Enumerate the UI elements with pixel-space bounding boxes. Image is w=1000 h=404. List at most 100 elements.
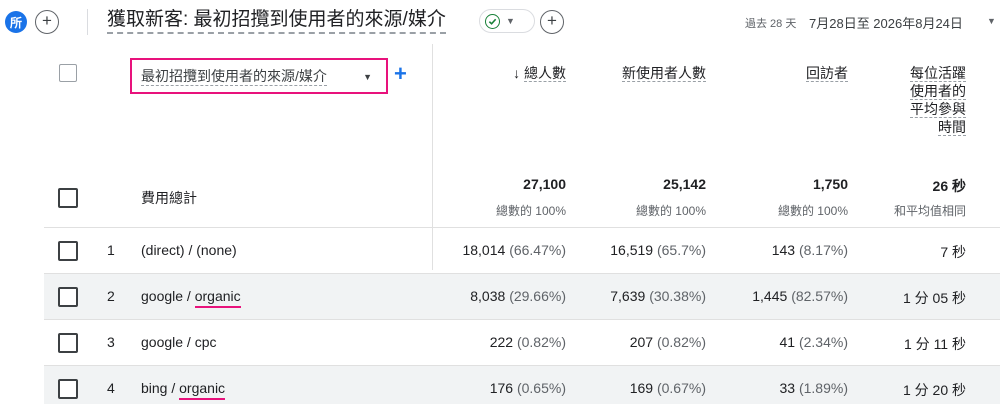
avg-engagement-cell: 1 分 11 秒 bbox=[904, 336, 966, 352]
total-users-cell: 176 (0.65%) bbox=[424, 380, 566, 396]
new-users-pct: (65.7%) bbox=[656, 242, 706, 258]
column-header-returning-users[interactable]: 回訪者 bbox=[764, 64, 848, 82]
date-range-selector[interactable]: 7月28日至 2026年8月24日 bbox=[809, 13, 963, 32]
row-checkbox[interactable] bbox=[58, 287, 78, 307]
new-users-pct: (0.67%) bbox=[656, 380, 706, 396]
plus-icon: + bbox=[42, 11, 52, 30]
new-users-cell: 169 (0.67%) bbox=[564, 380, 706, 396]
total-users-value: 27,100 bbox=[523, 176, 566, 192]
chevron-down-icon: ▼ bbox=[506, 16, 515, 26]
medium-part: organic bbox=[194, 288, 241, 308]
check-circle-icon bbox=[485, 13, 500, 29]
plus-icon: + bbox=[547, 11, 557, 30]
returning-users-value: 41 bbox=[779, 334, 796, 350]
report-header: 所 + 獲取新客: 最初招攬到使用者的來源/媒介 ▼ + 過去 28 天 7月2… bbox=[0, 0, 1000, 44]
table-row[interactable]: 2 google / organic 8,038 (29.66%) 7,639 … bbox=[44, 274, 1000, 320]
row-index: 1 bbox=[107, 242, 115, 258]
all-users-badge[interactable]: 所 bbox=[5, 11, 27, 33]
total-users-cell: 222 (0.82%) bbox=[424, 334, 566, 350]
new-users-value: 7,639 bbox=[610, 288, 646, 304]
returning-users-pct: (2.34%) bbox=[798, 334, 848, 350]
new-users-cell: 207 (0.82%) bbox=[564, 334, 706, 350]
table-header-row: 最初招攬到使用者的來源/媒介 ▼ + ↓ 總人數 新使用者人數 回訪者 每位活躍… bbox=[44, 44, 1000, 164]
row-checkbox[interactable] bbox=[58, 379, 78, 399]
new-users-cell: 7,639 (30.38%) bbox=[564, 288, 706, 304]
avg-engagement-cell: 1 分 05 秒 bbox=[902, 290, 966, 306]
total-users-cell: 18,014 (66.47%) bbox=[424, 242, 566, 258]
total-users-value: 8,038 bbox=[470, 288, 506, 304]
returning-users-pct: (8.17%) bbox=[798, 242, 848, 258]
dimension-label: 最初招攬到使用者的來源/媒介 bbox=[141, 67, 327, 86]
column-label: 總人數 bbox=[524, 65, 566, 82]
column-header-new-users[interactable]: 新使用者人數 bbox=[614, 64, 706, 82]
total-users-share: 總數的 100% bbox=[495, 204, 566, 218]
source-part: google / bbox=[141, 288, 195, 304]
total-engagement-note: 和平均值相同 bbox=[893, 204, 966, 218]
total-new-users-share: 總數的 100% bbox=[635, 204, 706, 218]
chevron-down-icon: ▼ bbox=[363, 72, 372, 82]
total-users-pct: (66.47%) bbox=[509, 242, 566, 258]
total-users-pct: (0.65%) bbox=[516, 380, 566, 396]
page-title: 獲取新客: 最初招攬到使用者的來源/媒介 bbox=[107, 9, 446, 34]
returning-users-cell: 41 (2.34%) bbox=[706, 334, 849, 350]
source-medium-cell[interactable]: (direct) / (none) bbox=[141, 242, 237, 258]
date-range-prefix: 過去 28 天 bbox=[745, 18, 797, 30]
total-returning-value: 1,750 bbox=[812, 176, 848, 192]
add-comparison-button[interactable]: + bbox=[35, 10, 59, 34]
total-new-users-value: 25,142 bbox=[663, 176, 706, 192]
returning-users-cell: 33 (1.89%) bbox=[706, 380, 849, 396]
column-header-total-users[interactable]: ↓ 總人數 bbox=[484, 64, 566, 82]
totals-label: 費用總計 bbox=[141, 190, 197, 206]
add-dimension-button[interactable]: + bbox=[394, 63, 407, 85]
add-filter-button[interactable]: + bbox=[540, 10, 564, 34]
row-checkbox[interactable] bbox=[58, 241, 78, 261]
source-part: (direct) / (none) bbox=[141, 242, 237, 258]
returning-users-value: 33 bbox=[779, 380, 796, 396]
total-users-value: 18,014 bbox=[462, 242, 506, 258]
column-label: 新使用者人數 bbox=[622, 65, 706, 82]
source-medium-cell[interactable]: bing / organic bbox=[141, 380, 226, 400]
dimension-selector[interactable]: 最初招攬到使用者的來源/媒介 ▼ bbox=[130, 58, 388, 94]
total-users-value: 222 bbox=[489, 334, 514, 350]
total-returning-share: 總數的 100% bbox=[777, 204, 848, 218]
avg-engagement-cell: 1 分 20 秒 bbox=[902, 382, 966, 398]
returning-users-cell: 143 (8.17%) bbox=[706, 242, 848, 258]
new-users-value: 169 bbox=[629, 380, 654, 396]
table-row[interactable]: 3 google / cpc 222 (0.82%) 207 (0.82%) 4… bbox=[44, 320, 1000, 366]
source-part: google / cpc bbox=[141, 334, 217, 350]
new-users-pct: (0.82%) bbox=[656, 334, 706, 350]
new-users-pct: (30.38%) bbox=[649, 288, 706, 304]
row-index: 4 bbox=[107, 380, 115, 396]
source-part: bing / bbox=[141, 380, 180, 396]
totals-checkbox[interactable] bbox=[58, 188, 78, 208]
row-index: 3 bbox=[107, 334, 115, 350]
select-all-checkbox[interactable] bbox=[59, 64, 77, 82]
chevron-down-icon[interactable]: ▼ bbox=[987, 16, 996, 26]
row-checkbox[interactable] bbox=[58, 333, 78, 353]
report-status-dropdown[interactable]: ▼ bbox=[479, 9, 535, 33]
new-users-cell: 16,519 (65.7%) bbox=[564, 242, 706, 258]
new-users-value: 207 bbox=[629, 334, 654, 350]
row-index: 2 bbox=[107, 288, 115, 304]
source-medium-cell[interactable]: google / cpc bbox=[141, 334, 217, 350]
column-label: 每位活躍使用者的平均參與時間 bbox=[910, 65, 966, 136]
medium-part: organic bbox=[179, 380, 226, 400]
column-header-avg-engagement[interactable]: 每位活躍使用者的平均參與時間 bbox=[902, 64, 966, 136]
report-table: 最初招攬到使用者的來源/媒介 ▼ + ↓ 總人數 新使用者人數 回訪者 每位活躍… bbox=[44, 44, 1000, 404]
table-row[interactable]: 1 (direct) / (none) 18,014 (66.47%) 16,5… bbox=[44, 228, 1000, 274]
sort-descending-icon: ↓ bbox=[513, 65, 521, 81]
totals-row: 費用總計 27,100 總數的 100% 25,142 總數的 100% 1,7… bbox=[44, 164, 1000, 228]
returning-users-cell: 1,445 (82.57%) bbox=[706, 288, 848, 304]
returning-users-pct: (82.57%) bbox=[791, 288, 848, 304]
table-row[interactable]: 4 bing / organic 176 (0.65%) 169 (0.67%)… bbox=[44, 366, 1000, 404]
total-engagement-value: 26 秒 bbox=[932, 178, 966, 194]
total-users-pct: (29.66%) bbox=[509, 288, 566, 304]
header-divider bbox=[87, 9, 88, 35]
avg-engagement-cell: 7 秒 bbox=[940, 244, 966, 260]
total-users-cell: 8,038 (29.66%) bbox=[424, 288, 566, 304]
source-medium-cell[interactable]: google / organic bbox=[141, 288, 241, 308]
new-users-value: 16,519 bbox=[610, 242, 654, 258]
returning-users-value: 1,445 bbox=[752, 288, 788, 304]
returning-users-pct: (1.89%) bbox=[798, 380, 848, 396]
column-label: 回訪者 bbox=[806, 65, 848, 82]
